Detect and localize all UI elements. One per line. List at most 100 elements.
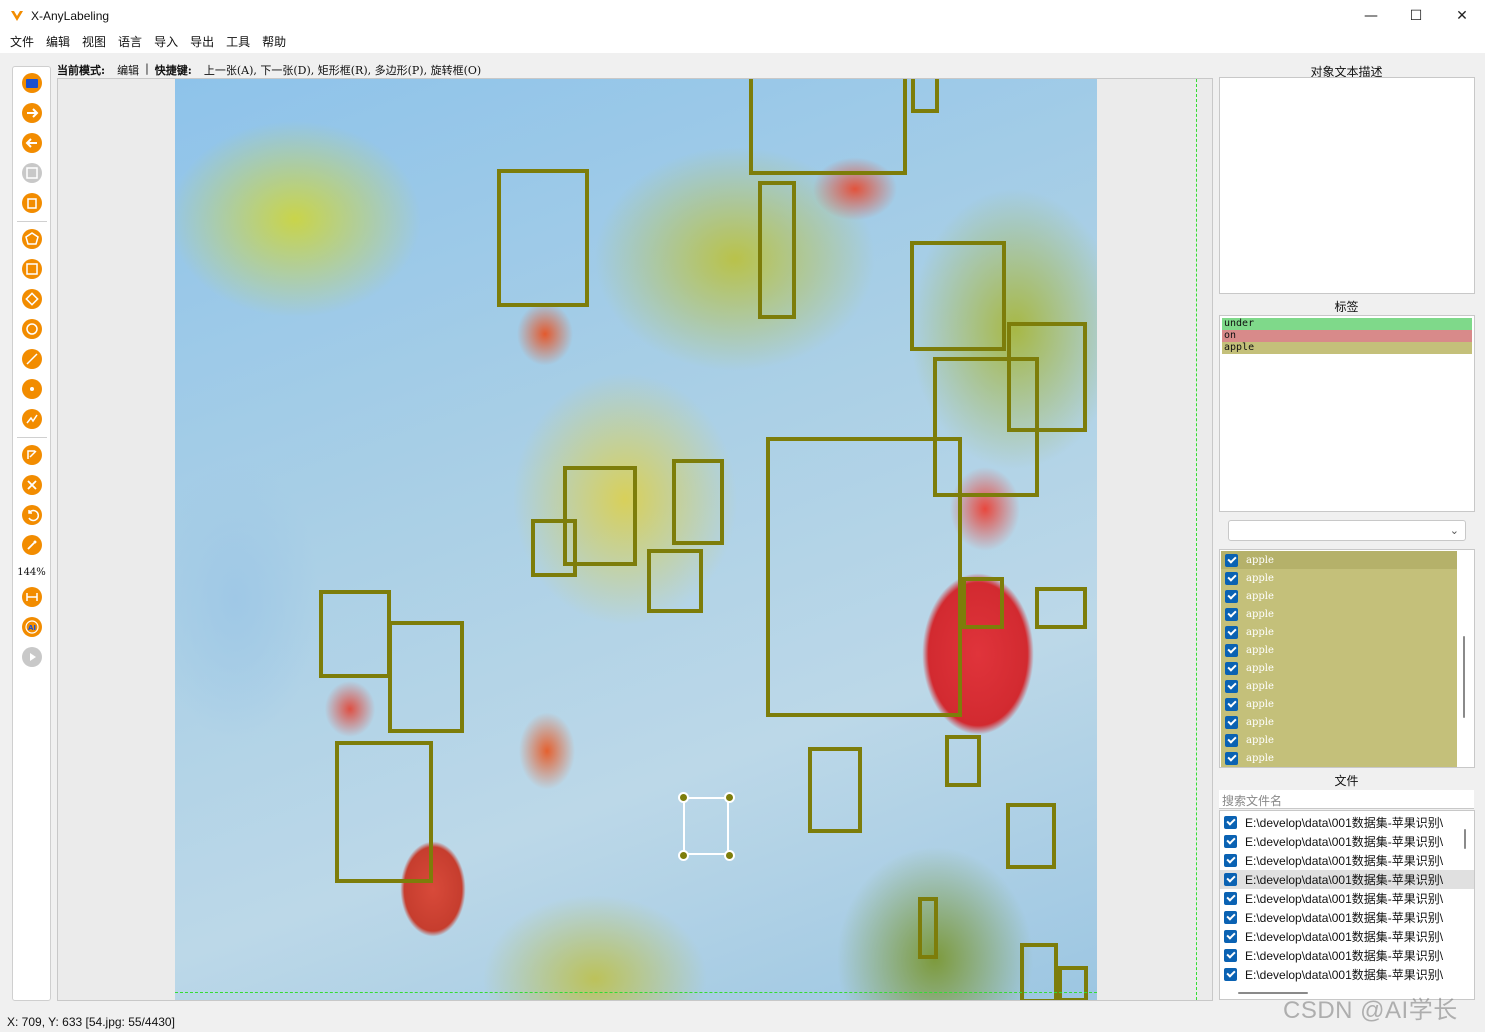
linestrip-icon[interactable] — [20, 407, 44, 431]
checkbox[interactable] — [1224, 892, 1237, 905]
bounding-box[interactable] — [918, 897, 938, 959]
file-search-input[interactable]: 搜索文件名 — [1219, 790, 1474, 809]
maximize-button[interactable]: ☐ — [1393, 0, 1439, 31]
checkbox[interactable] — [1225, 571, 1238, 585]
checkbox[interactable] — [1225, 625, 1238, 639]
delete-shape-icon[interactable] — [20, 473, 44, 497]
line-icon[interactable] — [20, 347, 44, 371]
checkbox[interactable] — [1225, 643, 1238, 657]
shape-item[interactable]: apple — [1221, 587, 1457, 605]
bounding-box[interactable] — [388, 621, 464, 733]
selected-bounding-box[interactable] — [683, 797, 729, 855]
checkbox[interactable] — [1224, 930, 1237, 943]
undo-icon[interactable] — [20, 503, 44, 527]
apple-tree-image[interactable] — [175, 79, 1097, 1000]
resize-handle[interactable] — [724, 850, 735, 861]
bounding-box[interactable] — [335, 741, 433, 883]
file-item[interactable]: E:\develop\data\001数据集-苹果识别\ — [1220, 908, 1474, 927]
ai-icon[interactable]: AI — [20, 615, 44, 639]
brush-icon[interactable] — [20, 533, 44, 557]
shape-item[interactable]: apple — [1221, 641, 1457, 659]
polygon-icon[interactable] — [20, 227, 44, 251]
checkbox[interactable] — [1224, 873, 1237, 886]
bounding-box[interactable] — [319, 590, 391, 678]
shape-item[interactable]: apple — [1221, 677, 1457, 695]
checkbox[interactable] — [1225, 589, 1238, 603]
shape-item[interactable]: apple — [1221, 569, 1457, 587]
resize-handle[interactable] — [724, 792, 735, 803]
checkbox[interactable] — [1225, 553, 1238, 567]
checkbox[interactable] — [1225, 679, 1238, 693]
bounding-box[interactable] — [749, 79, 907, 175]
file-item[interactable]: E:\develop\data\001数据集-苹果识别\ — [1220, 946, 1474, 965]
save-icon[interactable] — [20, 161, 44, 185]
rectangle-icon[interactable] — [20, 257, 44, 281]
bounding-box[interactable] — [647, 549, 703, 613]
bounding-box[interactable] — [672, 459, 724, 545]
bounding-box[interactable] — [1006, 803, 1056, 869]
menu-language[interactable]: 语言 — [112, 31, 148, 53]
checkbox[interactable] — [1224, 949, 1237, 962]
checkbox[interactable] — [1224, 968, 1237, 981]
bounding-box[interactable] — [945, 735, 981, 787]
next-image-icon[interactable] — [20, 101, 44, 125]
menu-view[interactable]: 视图 — [76, 31, 112, 53]
checkbox[interactable] — [1225, 607, 1238, 621]
shape-item[interactable]: apple — [1221, 713, 1457, 731]
annotation-canvas[interactable] — [57, 78, 1213, 1001]
shape-item[interactable]: apple — [1221, 749, 1457, 767]
shape-item[interactable]: apple — [1221, 659, 1457, 677]
checkbox[interactable] — [1224, 835, 1237, 848]
play-icon[interactable] — [20, 645, 44, 669]
bounding-box[interactable] — [962, 577, 1004, 629]
file-item[interactable]: E:\develop\data\001数据集-苹果识别\ — [1220, 927, 1474, 946]
bounding-box[interactable] — [911, 79, 939, 113]
menu-edit[interactable]: 编辑 — [40, 31, 76, 53]
label-item[interactable]: on — [1222, 330, 1472, 342]
file-item-selected[interactable]: E:\develop\data\001数据集-苹果识别\ — [1220, 870, 1474, 889]
file-item[interactable]: E:\develop\data\001数据集-苹果识别\ — [1220, 889, 1474, 908]
label-item[interactable]: under — [1222, 318, 1472, 330]
checkbox[interactable] — [1225, 751, 1238, 765]
file-item[interactable]: E:\develop\data\001数据集-苹果识别\ — [1220, 813, 1474, 832]
delete-icon[interactable] — [20, 191, 44, 215]
file-item[interactable]: E:\develop\data\001数据集-苹果识别\ — [1220, 965, 1474, 984]
shape-item[interactable]: apple — [1221, 731, 1457, 749]
checkbox[interactable] — [1224, 911, 1237, 924]
shape-item[interactable]: apple — [1221, 551, 1457, 569]
bounding-box[interactable] — [910, 241, 1006, 351]
bounding-box[interactable] — [808, 747, 862, 833]
resize-handle[interactable] — [678, 792, 689, 803]
checkbox[interactable] — [1225, 697, 1238, 711]
menu-help[interactable]: 帮助 — [256, 31, 292, 53]
bounding-box[interactable] — [758, 181, 796, 319]
checkbox[interactable] — [1225, 733, 1238, 747]
rotation-icon[interactable] — [20, 287, 44, 311]
checkbox[interactable] — [1224, 854, 1237, 867]
checkbox[interactable] — [1225, 661, 1238, 675]
file-item[interactable]: E:\develop\data\001数据集-苹果识别\ — [1220, 832, 1474, 851]
shape-item[interactable]: apple — [1221, 623, 1457, 641]
open-folder-icon[interactable] — [20, 71, 44, 95]
fit-width-icon[interactable] — [20, 585, 44, 609]
bounding-box[interactable] — [531, 519, 577, 577]
edit-icon[interactable] — [20, 443, 44, 467]
file-item[interactable]: E:\develop\data\001数据集-苹果识别\ — [1220, 851, 1474, 870]
point-icon[interactable] — [20, 377, 44, 401]
shape-list-scrollbar[interactable] — [1463, 636, 1465, 718]
checkbox[interactable] — [1225, 715, 1238, 729]
menu-import[interactable]: 导入 — [148, 31, 184, 53]
prev-image-icon[interactable] — [20, 131, 44, 155]
label-filter-dropdown[interactable]: ⌄ — [1228, 520, 1466, 541]
minimize-button[interactable]: — — [1348, 0, 1394, 31]
shape-item[interactable]: apple — [1221, 695, 1457, 713]
menu-file[interactable]: 文件 — [4, 31, 40, 53]
bounding-box[interactable] — [766, 437, 962, 717]
menu-export[interactable]: 导出 — [184, 31, 220, 53]
shape-item[interactable]: apple — [1221, 605, 1457, 623]
resize-handle[interactable] — [678, 850, 689, 861]
close-button[interactable]: ✕ — [1439, 0, 1485, 31]
label-item[interactable]: apple — [1222, 342, 1472, 354]
description-textarea[interactable] — [1219, 77, 1475, 294]
circle-icon[interactable] — [20, 317, 44, 341]
